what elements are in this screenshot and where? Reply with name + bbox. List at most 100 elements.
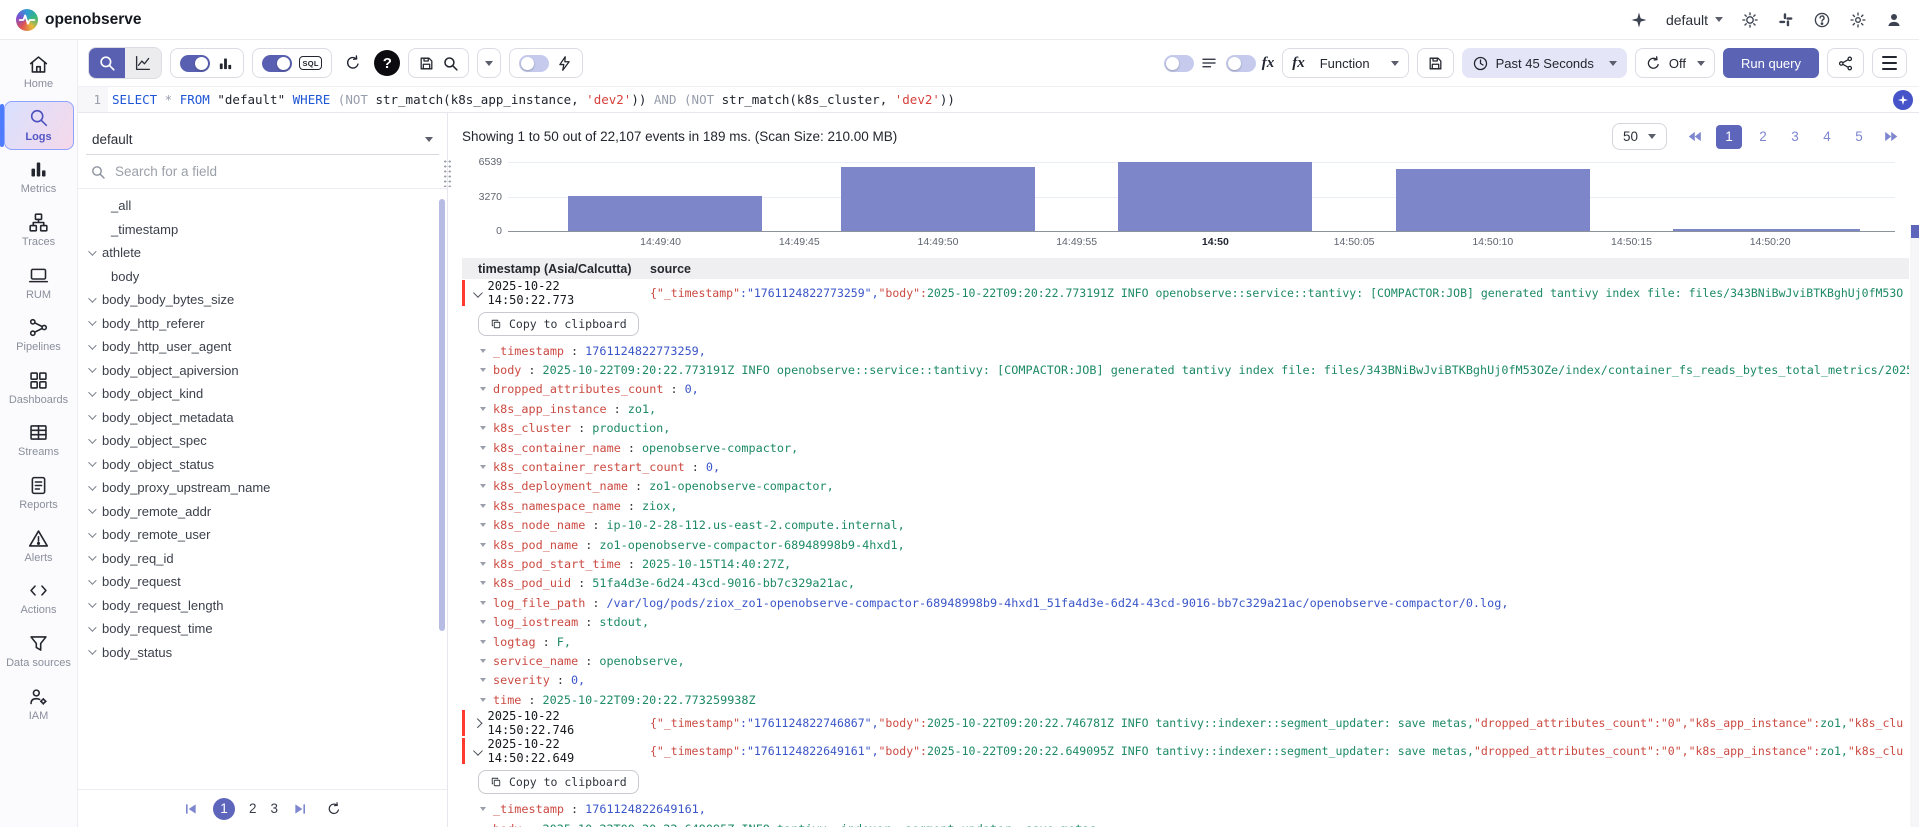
next-pages-icon[interactable] [1882, 128, 1899, 145]
chevron-down-icon[interactable] [88, 341, 96, 349]
sidebar-item-data-sources[interactable]: Data sources [4, 627, 74, 677]
field-item-body_status[interactable]: body_status [78, 641, 447, 665]
chevron-down-icon[interactable] [88, 459, 96, 467]
histogram-bar[interactable] [568, 196, 762, 231]
histogram-bar[interactable] [1118, 162, 1312, 231]
quick-mode-toggle-button[interactable] [509, 48, 583, 78]
chevron-down-icon[interactable] [88, 647, 96, 655]
log-detail-row[interactable]: k8s_pod_uid:51fa4d3e-6d24-43cd-9016-bb7c… [462, 574, 1909, 593]
chevron-down-icon[interactable] [88, 294, 96, 302]
save-function-button[interactable] [1417, 48, 1454, 78]
chevron-down-icon[interactable] [473, 288, 482, 297]
sidebar-item-alerts[interactable]: Alerts [4, 522, 74, 572]
field-item-athlete[interactable]: athlete [78, 241, 447, 265]
results-page-2[interactable]: 2 [1752, 125, 1774, 149]
org-selector[interactable]: default [1666, 12, 1723, 28]
wrap-lines-toggle[interactable] [1164, 55, 1194, 72]
field-item-body_object_status[interactable]: body_object_status [78, 453, 447, 477]
results-page-4[interactable]: 4 [1816, 125, 1838, 149]
rows-per-page-select[interactable]: 50 [1612, 123, 1667, 150]
sql-mode-toggle[interactable] [262, 55, 292, 72]
log-detail-row[interactable]: log_iostream:stdout, [462, 612, 1909, 631]
field-item-body_request_time[interactable]: body_request_time [78, 617, 447, 641]
events-histogram[interactable]: 65393270014:49:4014:49:4514:49:5014:49:5… [462, 158, 1909, 256]
chevron-down-icon[interactable] [88, 482, 96, 490]
log-detail-row[interactable]: service_name:openobserve, [462, 651, 1909, 670]
chevron-down-icon[interactable] [88, 365, 96, 373]
log-detail-row[interactable]: k8s_namespace_name:ziox, [462, 496, 1909, 515]
slack-icon[interactable] [1777, 11, 1795, 29]
field-item-body_body_bytes_size[interactable]: body_body_bytes_size [78, 288, 447, 312]
chevron-down-icon[interactable] [88, 388, 96, 396]
fx-toggle[interactable] [1226, 55, 1256, 72]
log-detail-row[interactable]: k8s_pod_start_time:2025-10-15T14:40:27Z, [462, 554, 1909, 573]
query-editor[interactable]: 1 SELECT * FROM "default" WHERE (NOT str… [78, 86, 1919, 113]
log-detail-row[interactable]: k8s_container_restart_count:0, [462, 457, 1909, 476]
chevron-down-icon[interactable] [88, 623, 96, 631]
field-item-body_req_id[interactable]: body_req_id [78, 547, 447, 571]
chevron-down-icon[interactable] [88, 600, 96, 608]
field-item-body[interactable]: body [78, 265, 447, 289]
sidebar-item-logs[interactable]: Logs [4, 101, 74, 151]
time-range-select[interactable]: Past 45 Seconds [1462, 48, 1627, 78]
log-detail-row[interactable]: k8s_container_name:openobserve-compactor… [462, 438, 1909, 457]
field-item-body_request_length[interactable]: body_request_length [78, 594, 447, 618]
field-item-body_request[interactable]: body_request [78, 570, 447, 594]
log-detail-row[interactable]: _timestamp:1761124822649161, [462, 799, 1909, 818]
log-detail-row[interactable]: k8s_node_name:ip-10-2-28-112.us-east-2.c… [462, 516, 1909, 535]
log-detail-row[interactable]: dropped_attributes_count:0, [462, 380, 1909, 399]
query-help-button[interactable]: ? [374, 50, 400, 76]
refresh-fields-icon[interactable] [326, 801, 342, 817]
field-page-1[interactable]: 1 [213, 798, 235, 820]
field-search-input[interactable] [115, 164, 435, 179]
search-mode-button[interactable] [89, 48, 125, 78]
more-menu-button[interactable] [1872, 48, 1907, 78]
sql-mode-toggle-button[interactable]: SQL [252, 48, 332, 78]
field-item-body_proxy_upstream_name[interactable]: body_proxy_upstream_name [78, 476, 447, 500]
log-detail-row[interactable]: k8s_deployment_name:zo1-openobserve-comp… [462, 477, 1909, 496]
log-row[interactable]: 2025-10-22 14:50:22.773{"_timestamp":"17… [462, 279, 1909, 307]
chevron-down-icon[interactable] [88, 529, 96, 537]
results-scrollbar[interactable] [1910, 225, 1919, 827]
sidebar-item-iam[interactable]: IAM [4, 680, 74, 730]
run-query-button[interactable]: Run query [1723, 48, 1819, 78]
log-detail-row[interactable]: k8s_pod_name:zo1-openobserve-compactor-6… [462, 535, 1909, 554]
histogram-bar[interactable] [841, 167, 1035, 231]
field-page-2[interactable]: 2 [249, 801, 257, 816]
previous-pages-icon[interactable] [1687, 128, 1704, 145]
function-select[interactable]: fx Function [1282, 48, 1408, 78]
log-detail-row[interactable]: log_file_path:/var/log/pods/ziox_zo1-ope… [462, 593, 1909, 612]
field-item-body_object_spec[interactable]: body_object_spec [78, 429, 447, 453]
sidebar-item-pipelines[interactable]: Pipelines [4, 311, 74, 361]
reset-query-icon[interactable] [340, 54, 366, 72]
quick-mode-toggle[interactable] [519, 55, 549, 72]
chevron-down-icon[interactable] [88, 553, 96, 561]
sparkle-icon[interactable] [1630, 11, 1648, 29]
field-item-body_http_user_agent[interactable]: body_http_user_agent [78, 335, 447, 359]
settings-gear-icon[interactable] [1849, 11, 1867, 29]
log-detail-row[interactable]: body:2025-10-22T09:20:22.649095Z INFO ta… [462, 819, 1909, 827]
visualize-mode-button[interactable] [125, 48, 161, 78]
histogram-bar[interactable] [1396, 169, 1590, 231]
log-detail-row[interactable]: k8s_app_instance:zo1, [462, 399, 1909, 418]
results-page-5[interactable]: 5 [1848, 125, 1870, 149]
sidebar-item-dashboards[interactable]: Dashboards [4, 364, 74, 414]
copy-to-clipboard-button[interactable]: Copy to clipboard [478, 770, 639, 794]
chevron-down-icon[interactable] [88, 412, 96, 420]
log-detail-row[interactable]: logtag:F, [462, 632, 1909, 651]
ai-assistant-button[interactable] [1893, 90, 1913, 110]
panel-resize-handle[interactable] [443, 159, 452, 187]
histogram-toggle[interactable] [180, 55, 210, 72]
log-detail-row[interactable]: time:2025-10-22T09:20:22.773259938Z [462, 690, 1909, 709]
sidebar-item-metrics[interactable]: Metrics [4, 153, 74, 203]
profile-icon[interactable] [1885, 11, 1903, 29]
chevron-down-icon[interactable] [88, 435, 96, 443]
query-text[interactable]: SELECT * FROM "default" WHERE (NOT str_m… [108, 92, 1893, 107]
sidebar-item-streams[interactable]: Streams [4, 416, 74, 466]
field-item-body_object_metadata[interactable]: body_object_metadata [78, 406, 447, 430]
results-page-3[interactable]: 3 [1784, 125, 1806, 149]
field-item-body_http_referer[interactable]: body_http_referer [78, 312, 447, 336]
first-page-icon[interactable] [183, 801, 199, 817]
auto-refresh-select[interactable]: Off [1635, 48, 1715, 78]
share-button[interactable] [1827, 48, 1864, 78]
